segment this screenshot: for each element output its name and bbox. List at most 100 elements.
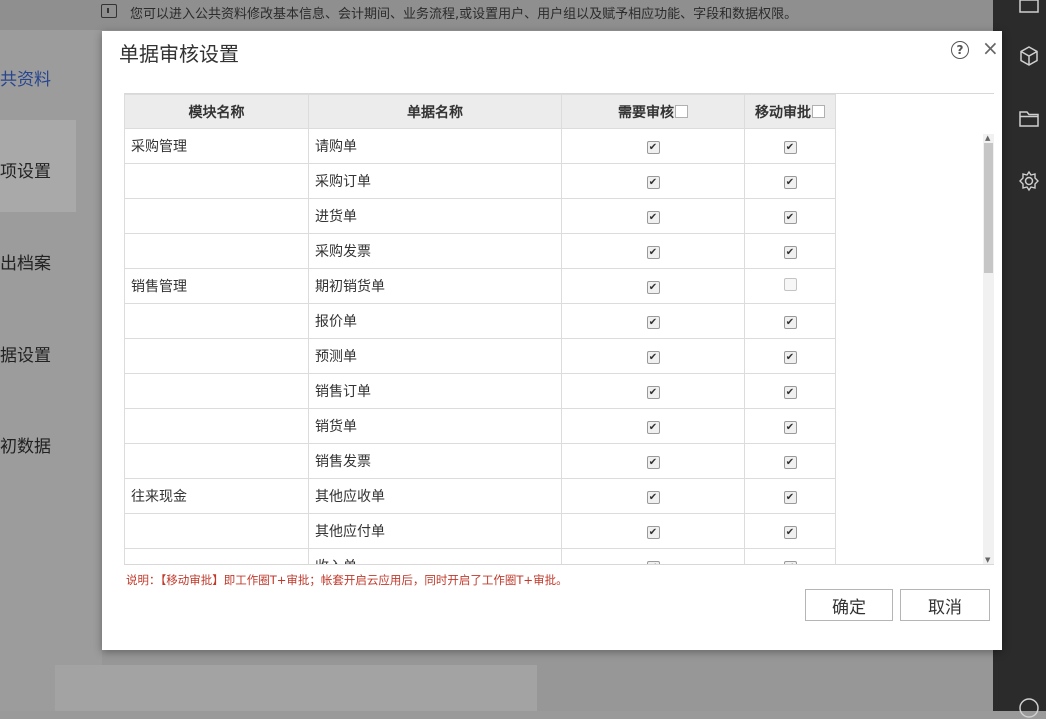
audit-cell: ✔ bbox=[561, 443, 745, 479]
mobile-cell: ✔ bbox=[744, 198, 836, 234]
window-icon[interactable] bbox=[1018, 0, 1040, 22]
document-name-cell: 其他应收单 bbox=[308, 478, 562, 514]
table-row[interactable]: 销货单 ✔ ✔ bbox=[124, 408, 836, 444]
select-all-mobile-checkbox[interactable] bbox=[812, 104, 825, 118]
mobile-approval-checkbox[interactable]: ✔ bbox=[783, 176, 797, 189]
audit-cell: ✔ bbox=[561, 548, 745, 564]
scrollbar-thumb[interactable] bbox=[984, 143, 993, 273]
audit-checkbox[interactable]: ✔ bbox=[646, 561, 660, 564]
document-name-cell: 期初销货单 bbox=[308, 268, 562, 304]
mobile-cell: ✔ bbox=[744, 373, 836, 409]
column-header-audit: 需要审核 bbox=[561, 94, 745, 129]
select-all-audit-checkbox[interactable] bbox=[675, 104, 688, 118]
background-tip-text: 您可以进入公共资料修改基本信息、会计期间、业务流程,或设置用户、用户组以及赋予相… bbox=[130, 7, 798, 22]
mobile-approval-checkbox[interactable] bbox=[783, 277, 797, 291]
mobile-cell: ✔ bbox=[744, 478, 836, 514]
audit-checkbox[interactable]: ✔ bbox=[646, 526, 660, 539]
audit-checkbox[interactable]: ✔ bbox=[646, 316, 660, 329]
mobile-approval-checkbox[interactable]: ✔ bbox=[783, 211, 797, 224]
mobile-approval-checkbox[interactable]: ✔ bbox=[783, 351, 797, 364]
scroll-down-arrow[interactable]: ▼ bbox=[985, 556, 990, 564]
left-nav-item-documents[interactable]: 据设置 bbox=[0, 341, 51, 366]
mobile-approval-checkbox[interactable]: ✔ bbox=[783, 386, 797, 399]
audit-checkbox[interactable]: ✔ bbox=[646, 386, 660, 399]
mobile-cell bbox=[744, 268, 836, 304]
document-audit-settings-dialog: 单据审核设置 ? × 模块名称 单据名称 需要审核 移动审批 采购管理请购单 bbox=[102, 31, 1002, 650]
document-name-cell: 销售发票 bbox=[308, 443, 562, 479]
cube-icon[interactable] bbox=[1018, 45, 1040, 67]
audit-cell: ✔ bbox=[561, 163, 745, 199]
mobile-approval-checkbox[interactable]: ✔ bbox=[783, 456, 797, 469]
table-header-row: 模块名称 单据名称 需要审核 移动审批 bbox=[124, 94, 836, 129]
mobile-approval-checkbox[interactable]: ✔ bbox=[783, 246, 797, 259]
document-name-cell: 销货单 bbox=[308, 408, 562, 444]
document-name-cell: 采购订单 bbox=[308, 163, 562, 199]
close-icon[interactable]: × bbox=[982, 36, 999, 60]
left-nav-item-initial-data[interactable]: 初数据 bbox=[0, 432, 51, 457]
table-row[interactable]: 销售订单 ✔ ✔ bbox=[124, 373, 836, 409]
audit-checkbox[interactable]: ✔ bbox=[646, 281, 660, 294]
background-tip-bar: 您可以进入公共资料修改基本信息、会计期间、业务流程,或设置用户、用户组以及赋予相… bbox=[0, 0, 993, 30]
mobile-cell: ✔ bbox=[744, 303, 836, 339]
grid-scrollbar[interactable]: ▲ ▼ bbox=[983, 134, 994, 564]
folder-icon[interactable] bbox=[1018, 107, 1040, 129]
table-row[interactable]: 往来现金 其他应收单 ✔ ✔ bbox=[124, 478, 836, 514]
table-row[interactable]: 报价单 ✔ ✔ bbox=[124, 303, 836, 339]
document-name-cell: 进货单 bbox=[308, 198, 562, 234]
module-name-cell bbox=[124, 513, 309, 549]
left-nav-item-public-data[interactable]: 共资料 bbox=[0, 65, 51, 90]
left-nav-item-options[interactable]: 项设置 bbox=[0, 157, 51, 182]
audit-checkbox[interactable]: ✔ bbox=[646, 421, 660, 434]
audit-cell: ✔ bbox=[561, 268, 745, 304]
audit-checkbox[interactable]: ✔ bbox=[646, 246, 660, 259]
table-row[interactable]: 销售管理 期初销货单 ✔ bbox=[124, 268, 836, 304]
column-header-mobile-label: 移动审批 bbox=[755, 104, 811, 121]
document-name-cell: 采购发票 bbox=[308, 233, 562, 269]
audit-checkbox[interactable]: ✔ bbox=[646, 456, 660, 469]
table-row[interactable]: 采购管理 请购单 ✔ ✔ bbox=[124, 128, 836, 164]
table-row[interactable]: 采购发票 ✔ ✔ bbox=[124, 233, 836, 269]
background-bottom-area bbox=[55, 651, 993, 711]
left-nav-item-archives[interactable]: 出档案 bbox=[0, 249, 51, 274]
audit-cell: ✔ bbox=[561, 513, 745, 549]
mobile-approval-checkbox[interactable]: ✔ bbox=[783, 526, 797, 539]
confirm-button[interactable]: 确定 bbox=[805, 589, 893, 621]
audit-cell: ✔ bbox=[561, 233, 745, 269]
column-header-document: 单据名称 bbox=[308, 94, 562, 129]
audit-checkbox[interactable]: ✔ bbox=[646, 176, 660, 189]
help-circle-icon[interactable] bbox=[1018, 697, 1040, 719]
audit-checkbox[interactable]: ✔ bbox=[646, 211, 660, 224]
audit-checkbox[interactable]: ✔ bbox=[646, 351, 660, 364]
audit-cell: ✔ bbox=[561, 373, 745, 409]
mobile-approval-checkbox[interactable]: ✔ bbox=[783, 421, 797, 434]
mobile-cell: ✔ bbox=[744, 338, 836, 374]
table-row[interactable]: 其他应付单 ✔ ✔ bbox=[124, 513, 836, 549]
help-icon[interactable]: ? bbox=[951, 41, 969, 59]
document-name-cell: 报价单 bbox=[308, 303, 562, 339]
cancel-button[interactable]: 取消 bbox=[900, 589, 990, 621]
mobile-cell: ✔ bbox=[744, 163, 836, 199]
audit-settings-grid: 模块名称 单据名称 需要审核 移动审批 采购管理 请购单 ✔ ✔ 采购订单 ✔ ✔ 进货单 ✔ ✔… bbox=[124, 93, 994, 565]
document-name-cell: 销售订单 bbox=[308, 373, 562, 409]
module-name-cell: 销售管理 bbox=[124, 268, 309, 304]
module-name-cell bbox=[124, 303, 309, 339]
table-row[interactable]: 预测单 ✔ ✔ bbox=[124, 338, 836, 374]
table-row[interactable]: 收入单 ✔ ✔ bbox=[124, 548, 836, 564]
tip-monitor-icon bbox=[101, 4, 117, 18]
table-body: 采购管理 请购单 ✔ ✔ 采购订单 ✔ ✔ 进货单 ✔ ✔ 采购发票 ✔ ✔ 销售管理 期初销货单 ✔ 报价单 ✔… bbox=[124, 128, 836, 564]
table-row[interactable]: 销售发票 ✔ ✔ bbox=[124, 443, 836, 479]
column-header-module: 模块名称 bbox=[124, 94, 309, 129]
dialog-title: 单据审核设置 bbox=[119, 42, 239, 66]
mobile-cell: ✔ bbox=[744, 548, 836, 564]
mobile-approval-checkbox[interactable]: ✔ bbox=[783, 491, 797, 504]
table-row[interactable]: 采购订单 ✔ ✔ bbox=[124, 163, 836, 199]
audit-checkbox[interactable]: ✔ bbox=[646, 491, 660, 504]
explanation-note: 说明：【移动审批】即工作圈T+审批；帐套开启云应用后，同时开启了工作圈T+审批。 bbox=[126, 573, 568, 587]
table-row[interactable]: 进货单 ✔ ✔ bbox=[124, 198, 836, 234]
gear-icon[interactable] bbox=[1018, 170, 1040, 192]
mobile-approval-checkbox[interactable]: ✔ bbox=[783, 141, 797, 154]
mobile-approval-checkbox[interactable]: ✔ bbox=[783, 561, 797, 564]
audit-checkbox[interactable]: ✔ bbox=[646, 141, 660, 154]
mobile-approval-checkbox[interactable]: ✔ bbox=[783, 316, 797, 329]
scroll-up-arrow[interactable]: ▲ bbox=[985, 134, 990, 142]
